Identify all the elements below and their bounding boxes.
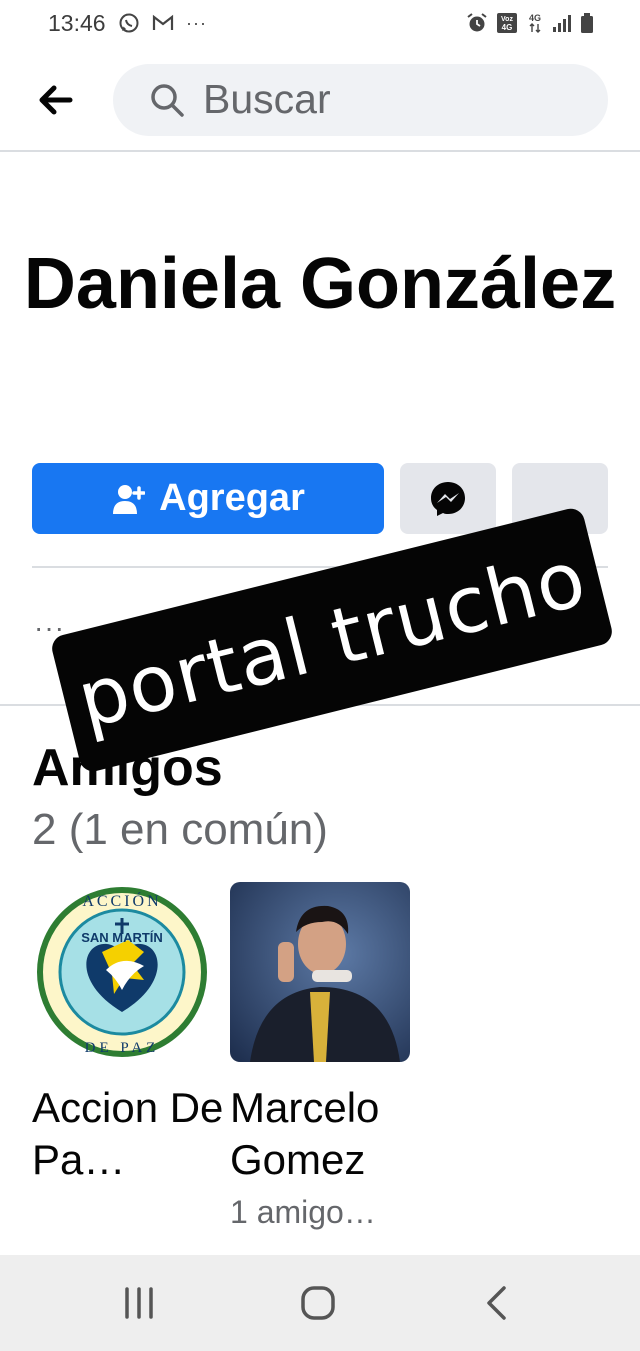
back-button[interactable] — [36, 82, 76, 118]
accion-san-martin-de-paz-logo: ACCIÓN SAN MARTÍN DE PAZ — [32, 882, 212, 1062]
status-left-icons: ··· — [118, 12, 207, 34]
friend-card[interactable]: Marcelo Gomez 1 amigo… — [230, 882, 410, 1231]
search-header: Buscar — [0, 50, 640, 152]
home-icon[interactable] — [300, 1285, 336, 1321]
add-friend-label: Agregar — [159, 477, 305, 519]
add-friend-icon — [113, 484, 146, 514]
friend-name[interactable]: Accion De Pa… — [32, 1082, 232, 1186]
battery-icon — [581, 13, 593, 33]
back-arrow-icon — [39, 85, 73, 115]
svg-text:4G: 4G — [529, 13, 541, 23]
4g-icon: 4G — [529, 13, 541, 33]
search-input[interactable]: Buscar — [113, 64, 608, 136]
add-friend-button[interactable]: Agregar — [32, 463, 384, 534]
status-right-icons: Voz 4G 4G — [466, 12, 594, 34]
status-bar: 13:46 ··· Voz 4G 4G — [0, 0, 640, 50]
whatsapp-icon — [119, 13, 139, 33]
volte-icon: Voz 4G — [497, 13, 517, 33]
friends-count: 2 (1 en común) — [32, 805, 328, 854]
alarm-icon — [467, 13, 487, 32]
recent-apps-icon[interactable] — [122, 1287, 156, 1319]
gmail-icon — [152, 14, 174, 30]
friend-card[interactable]: ACCIÓN SAN MARTÍN DE PAZ Accion De Pa… — [32, 882, 223, 1186]
back-icon[interactable] — [484, 1285, 510, 1321]
search-icon — [151, 84, 184, 117]
friend-mutual-count: 1 amigo… — [230, 1194, 376, 1230]
logo-text-bottom: DE PAZ — [85, 1040, 160, 1056]
logo-text-middle: SAN MARTÍN — [81, 930, 163, 945]
marcelo-gomez-photo — [230, 882, 410, 1062]
friend-photo[interactable]: ACCIÓN SAN MARTÍN DE PAZ — [32, 882, 212, 1062]
friend-name[interactable]: Marcelo Gomez — [230, 1082, 430, 1186]
messenger-icon — [431, 482, 465, 516]
svg-text:Voz: Voz — [501, 16, 513, 23]
friend-photo[interactable] — [230, 882, 410, 1062]
message-button[interactable] — [400, 463, 496, 534]
search-placeholder: Buscar — [203, 76, 331, 122]
profile-name: Daniela González — [23, 244, 617, 324]
status-more-dots: ··· — [186, 12, 207, 33]
status-time: 13:46 — [48, 10, 106, 36]
logo-text-top: ACCIÓN — [82, 891, 161, 910]
watermark-overlay: portal trucho — [49, 505, 615, 775]
signal-icon — [553, 15, 571, 32]
svg-text:4G: 4G — [502, 23, 513, 32]
system-nav-bar — [0, 1255, 640, 1351]
